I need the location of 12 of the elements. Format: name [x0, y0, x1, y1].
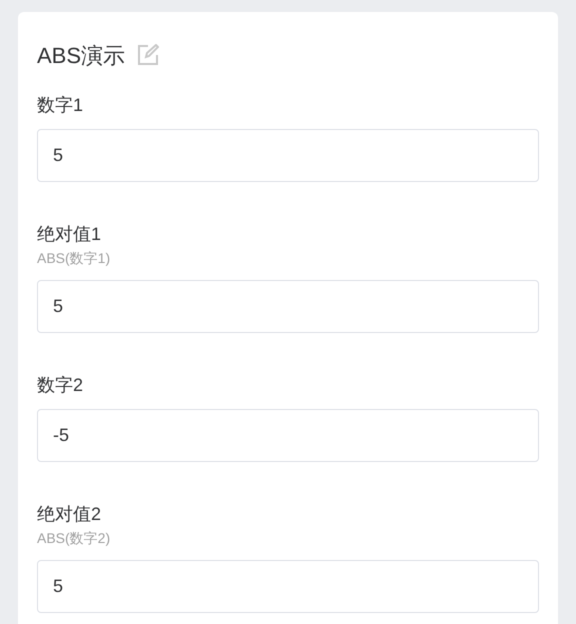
- edit-icon[interactable]: [137, 44, 160, 66]
- input-field[interactable]: 5: [37, 560, 539, 613]
- formula-hint: ABS(数字1): [37, 249, 112, 268]
- input-field[interactable]: -5: [37, 409, 539, 462]
- field-label: 绝对值2: [37, 503, 102, 526]
- form-title: ABS演示: [37, 42, 126, 70]
- input-field[interactable]: 5: [37, 280, 539, 333]
- formula-hint: ABS(数字2): [37, 529, 112, 548]
- input-field[interactable]: 5: [37, 129, 539, 182]
- field-label: 数字2: [37, 374, 84, 397]
- field-label: 绝对值1: [37, 223, 102, 246]
- field-label: 数字1: [37, 94, 84, 117]
